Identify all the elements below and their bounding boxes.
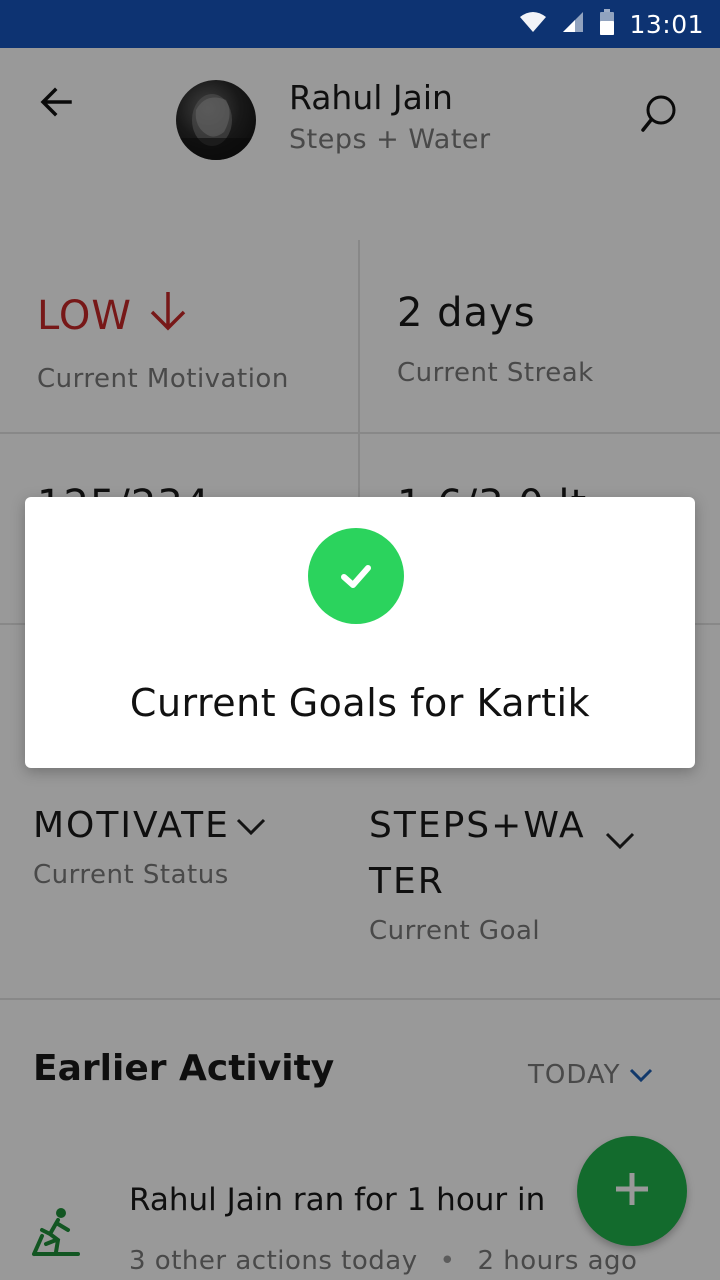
status-bar: 13:01 [0, 0, 720, 48]
confirmation-dialog[interactable]: Current Goals for Kartik [25, 497, 695, 768]
check-circle-icon [308, 528, 404, 624]
signal-icon [561, 10, 585, 38]
status-icons: 13:01 [519, 8, 704, 40]
clock: 13:01 [629, 9, 704, 39]
battery-icon [599, 9, 615, 39]
wifi-icon [519, 10, 547, 38]
dialog-message: Current Goals for Kartik [129, 681, 591, 725]
